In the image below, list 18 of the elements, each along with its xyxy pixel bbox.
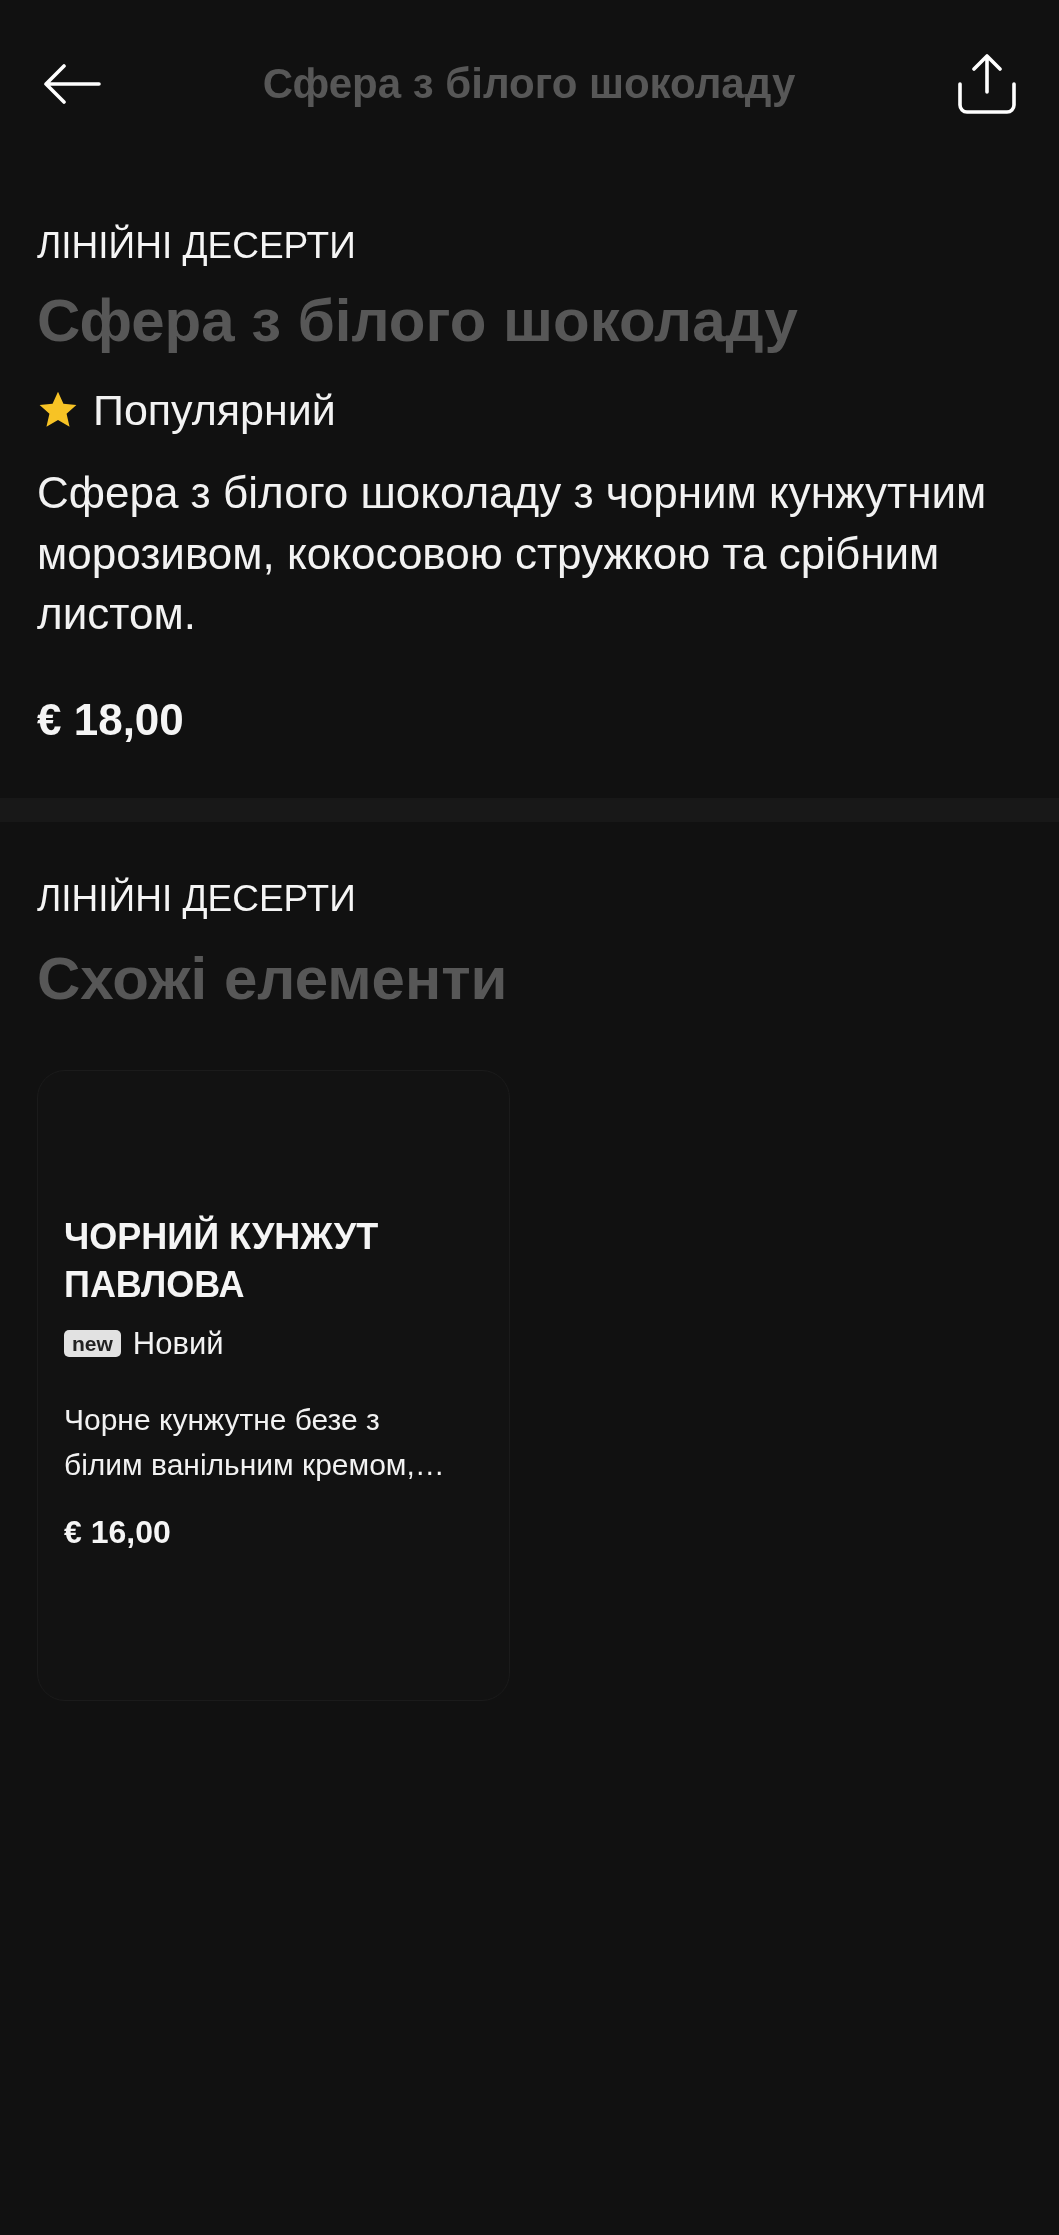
back-button[interactable]	[43, 64, 101, 104]
share-button[interactable]	[957, 54, 1017, 114]
product-description: Сфера з білого шоколаду з чорним кунжутним морозивом, кокосовою стружкою та срібним листом.	[37, 467, 988, 640]
new-tag: new	[64, 1330, 121, 1357]
back-arrow-icon	[43, 64, 101, 104]
product-name: Сфера з білого шоколаду	[37, 286, 798, 356]
product-price: € 18,00	[37, 694, 184, 745]
page-title: Сфера з білого шоколаду	[262, 59, 796, 109]
product-card[interactable]: ЧОРНИЙ КУНЖУТ ПАВЛОВА new Новий Чорне кунжутне безе з білим ванільним кремом,… € 16,00	[37, 1069, 510, 1701]
new-label: Новий	[132, 1325, 224, 1362]
category-label: ЛІНІЙНІ ДЕСЕРТИ	[37, 224, 356, 267]
section-title: Схожі елементи	[37, 943, 508, 1014]
item-name: ЧОРНИЙ КУНЖУТ ПАВЛОВА	[64, 1214, 380, 1307]
item-price: € 16,00	[64, 1512, 171, 1551]
popular-label: Популярний	[93, 385, 336, 435]
item-description: Чорне кунжутне безе з білим ванільним кремом,…	[64, 1401, 446, 1483]
share-icon	[957, 54, 1017, 114]
category-label: ЛІНІЙНІ ДЕСЕРТИ	[37, 876, 356, 920]
